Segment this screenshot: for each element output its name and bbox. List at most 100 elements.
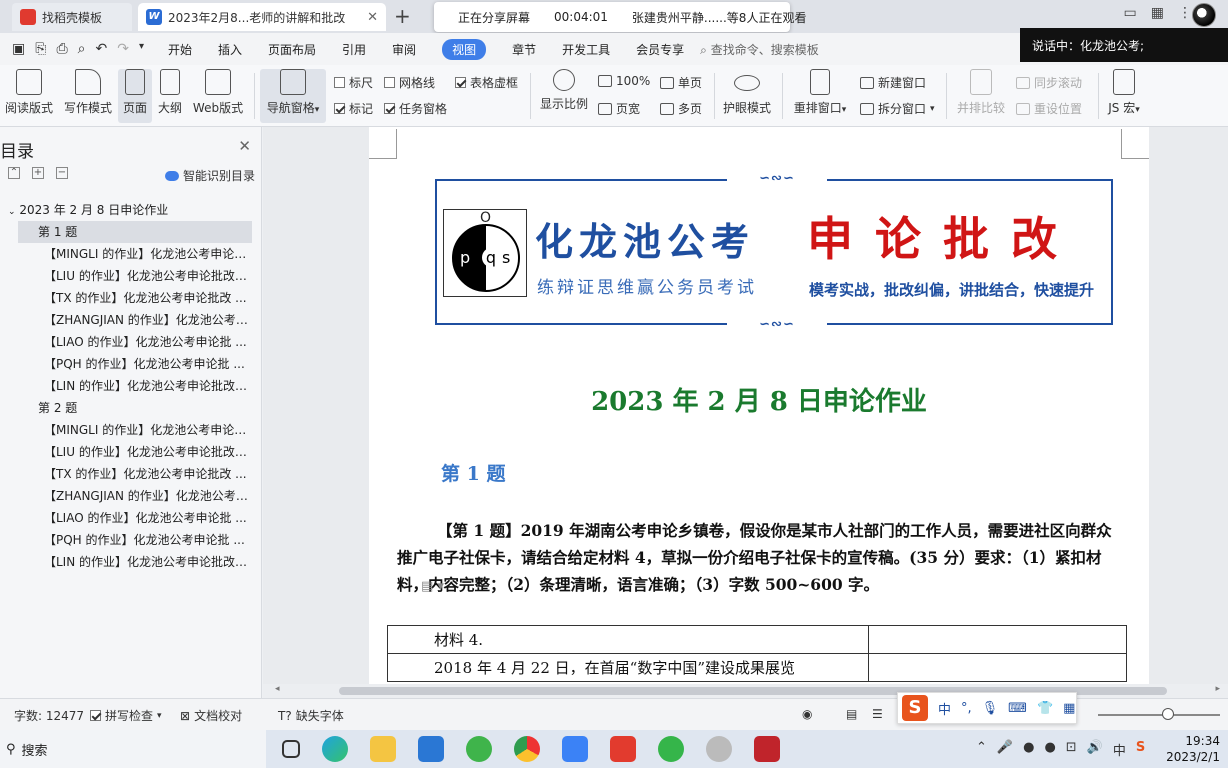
zoom-ratio-button[interactable]: 显示比例	[538, 69, 590, 112]
toc-item[interactable]: 【LIAO 的作业】化龙池公考申论批 ...	[0, 331, 262, 353]
write-mode-button[interactable]: 写作模式	[62, 69, 114, 116]
tab-insert[interactable]: 插入	[218, 41, 242, 58]
ime-punct[interactable]: °,	[961, 701, 972, 716]
taskbar-search[interactable]: ⚲ 搜索	[0, 730, 266, 768]
tray-app-icon[interactable]: ●	[1023, 740, 1034, 759]
toc-item[interactable]: 【MINGLI 的作业】化龙池公考申论 ...	[0, 419, 262, 441]
reset-position-button[interactable]: 重设位置	[1016, 100, 1082, 117]
web-layout-button[interactable]: Web版式	[190, 69, 246, 116]
preview-icon[interactable]: ⌕	[78, 41, 86, 57]
sync-scroll-button[interactable]: 同步滚动	[1016, 74, 1082, 91]
eye-mode-button[interactable]: 护眼模式	[720, 69, 774, 116]
tray-app-icon[interactable]: ●	[1044, 740, 1055, 759]
clock[interactable]: 19:34 2023/2/1	[1166, 733, 1220, 765]
toc-item[interactable]: 【MINGLI 的作业】化龙池公考申论 ...	[0, 243, 262, 265]
mail-icon[interactable]	[418, 736, 444, 762]
toc-item[interactable]: 【LIN 的作业】化龙池公考申论批改 ...	[0, 375, 262, 397]
new-window-button[interactable]: 新建窗口	[860, 74, 926, 91]
ruler-checkbox[interactable]: 标尺	[334, 74, 373, 91]
toc-item[interactable]: 第 1 题	[18, 221, 252, 243]
marks-checkbox[interactable]: 标记	[334, 100, 373, 117]
table-cell[interactable]	[868, 625, 1127, 654]
task-view-icon[interactable]	[282, 740, 300, 758]
toc-item[interactable]: 第 2 题	[0, 397, 262, 419]
network-icon[interactable]: ⊡	[1066, 740, 1077, 759]
screen-count-icon[interactable]: ▭	[1124, 5, 1137, 21]
volume-icon[interactable]: 🔊	[1087, 740, 1103, 759]
table-cell[interactable]: 2018 年 4 月 22 日，在首届“数字中国”建设成果展览	[387, 653, 869, 682]
table-cell[interactable]	[868, 653, 1127, 682]
browser-360-icon[interactable]	[466, 736, 492, 762]
zoom-slider-knob[interactable]	[1162, 708, 1174, 720]
chevron-up-icon[interactable]: ⌃	[976, 740, 987, 759]
chevron-down-icon[interactable]: ⌄	[8, 207, 16, 217]
tab-reference[interactable]: 引用	[342, 41, 366, 58]
keyboard-icon[interactable]: ⌨	[1008, 701, 1027, 716]
toc-item[interactable]: 【ZHANGJIAN 的作业】化龙池公考 ...	[0, 485, 262, 507]
undo-icon[interactable]: ↶	[95, 41, 107, 57]
meeting-icon[interactable]	[754, 736, 780, 762]
outline-icon[interactable]: ☰	[872, 707, 883, 721]
toc-item[interactable]: 【LIU 的作业】化龙池公考申论批改 ...	[0, 265, 262, 287]
outline-button[interactable]: 大纲	[156, 69, 184, 116]
toc-item[interactable]: 【TX 的作业】化龙池公考申论批改 ...	[0, 463, 262, 485]
microphone-icon[interactable]: 🎙	[982, 701, 999, 716]
tab-start[interactable]: 开始	[168, 41, 192, 58]
new-tab-plus-icon[interactable]: +	[394, 4, 411, 28]
tab-member[interactable]: 会员专享	[636, 41, 684, 58]
avatar[interactable]	[1192, 3, 1216, 27]
shirt-icon[interactable]: 👕	[1037, 701, 1053, 716]
doc-proof-button[interactable]: ⊠ 文档校对	[180, 707, 242, 724]
print-icon[interactable]: ⎙	[56, 41, 67, 57]
chrome-icon[interactable]	[514, 736, 540, 762]
page-width-button[interactable]: 页宽	[598, 100, 640, 117]
scroll-right-icon[interactable]: ▸	[1215, 684, 1220, 694]
menu-dots-icon[interactable]: ⋮	[1178, 5, 1192, 21]
toc-item[interactable]: 【TX 的作业】化龙池公考申论批改 ...	[0, 287, 262, 309]
toc-item[interactable]: 【LIN 的作业】化龙池公考申论批改 ...	[0, 551, 262, 573]
document-page[interactable]: ∽∾∽ O p q s 化龙池公考 申论批改 练辩证思维赢公务员考试 模考实战，…	[369, 127, 1149, 684]
feishu-icon[interactable]	[562, 736, 588, 762]
word-count[interactable]: 字数: 12477	[14, 707, 84, 724]
horizontal-scrollbar[interactable]: ◂ ▸	[263, 684, 1228, 698]
sogou-icon[interactable]: S	[1136, 740, 1145, 759]
grid-icon[interactable]: ▦	[1151, 5, 1164, 21]
toc-item[interactable]: 【PQH 的作业】化龙池公考申论批 ...	[0, 529, 262, 551]
export-icon[interactable]: ⎘	[35, 41, 46, 57]
toc-item[interactable]: 【PQH 的作业】化龙池公考申论批 ...	[0, 353, 262, 375]
eye-icon[interactable]: ◉	[802, 707, 812, 721]
apps-icon[interactable]: ▦	[1063, 701, 1075, 716]
page-view-icon[interactable]: ▤	[846, 707, 857, 721]
save-icon[interactable]: ▣	[12, 41, 25, 57]
tab-review[interactable]: 审阅	[392, 41, 416, 58]
microphone-icon[interactable]: 🎤	[997, 740, 1013, 759]
page-view-button[interactable]: 页面	[118, 69, 152, 123]
app-icon[interactable]	[706, 736, 732, 762]
edge-icon[interactable]	[322, 736, 348, 762]
missing-font-button[interactable]: T? 缺失字体	[278, 707, 344, 724]
js-macro-button[interactable]: JS 宏▾	[1104, 69, 1144, 116]
close-icon[interactable]: ✕	[367, 10, 378, 25]
collapse-icon[interactable]: ⌃	[8, 167, 20, 179]
read-mode-button[interactable]: 阅读版式	[4, 69, 54, 116]
nav-pane-button[interactable]: 导航窗格▾	[260, 69, 326, 123]
chevron-down-icon[interactable]: ▾	[139, 41, 144, 57]
spell-check-button[interactable]: 拼写检查 ▾	[90, 707, 162, 724]
ime-mode[interactable]: 中	[1113, 740, 1126, 759]
wechat-icon[interactable]	[658, 736, 684, 762]
remove-icon[interactable]: −	[56, 167, 68, 179]
smart-toc-button[interactable]: 智能识别目录	[164, 167, 255, 184]
document-area[interactable]: ∽∾∽ O p q s 化龙池公考 申论批改 练辩证思维赢公务员考试 模考实战，…	[263, 127, 1228, 684]
toc-item[interactable]: 【ZHANGJIAN 的作业】化龙池公考 ...	[0, 309, 262, 331]
zoom-slider[interactable]	[1098, 714, 1220, 716]
share-viewers[interactable]: 张建贵州平静......等8人正在观看	[632, 9, 807, 26]
task-pane-checkbox[interactable]: 任务窗格	[384, 100, 447, 117]
toc-item[interactable]: 【LIU 的作业】化龙池公考申论批改 ...	[0, 441, 262, 463]
multi-page-button[interactable]: 多页	[660, 100, 702, 117]
redo-icon[interactable]: ↷	[117, 41, 129, 57]
tab-dev-tools[interactable]: 开发工具	[562, 41, 610, 58]
tab-document[interactable]: W 2023年2月8...老师的讲解和批改 ✕	[138, 3, 386, 31]
scroll-left-icon[interactable]: ◂	[275, 684, 280, 694]
tab-chapter[interactable]: 章节	[512, 41, 536, 58]
tab-view[interactable]: 视图	[442, 38, 487, 60]
